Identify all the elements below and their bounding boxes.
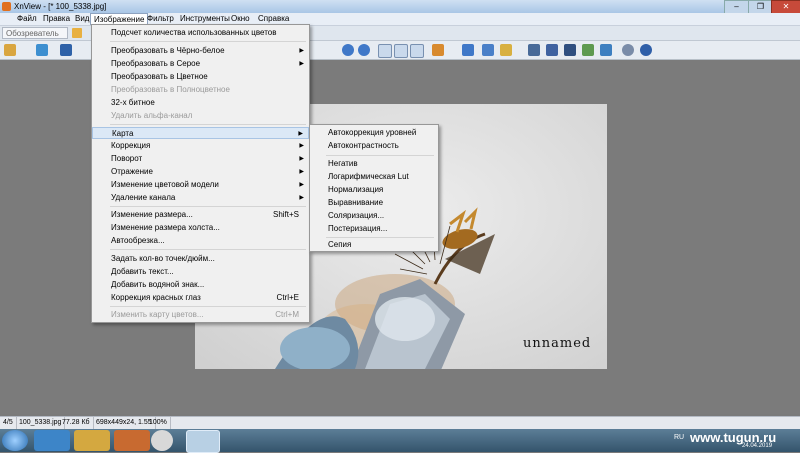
menu-separator [110,206,306,207]
status-zoom: 100% [146,417,171,429]
window-title: XnView - [* 100_5338.jpg] [14,2,107,11]
status-image-index: 4/5 [0,417,17,429]
menu-32bit[interactable]: 32-х битное [92,97,309,109]
submenu-auto-contrast[interactable]: Автоконтрастность [310,140,438,152]
back-arrow-icon[interactable] [342,44,354,56]
menu-convert-color[interactable]: Преобразовать в Цветное [92,71,309,83]
submenu-sepia[interactable]: Сепия [310,239,438,251]
menu-remove-channel[interactable]: Удаление канала ▶ [92,192,309,204]
menu-add-text[interactable]: Добавить текст... [92,266,309,278]
menu-color-model[interactable]: Изменение цветовой модели ▶ [92,179,309,191]
save-icon[interactable] [60,44,72,56]
media-player-taskbar-icon[interactable] [114,430,150,451]
maximize-button[interactable]: ❐ [748,0,773,14]
submenu-posterize[interactable]: Постеризация... [310,223,438,235]
submenu-log-lut[interactable]: Логарифмическая Lut [310,171,438,183]
menu-separator [326,237,434,238]
help-icon[interactable] [640,44,652,56]
menu-separator [110,249,306,250]
menu-separator [326,155,434,156]
image-tab-icon[interactable] [72,28,82,38]
menu-count-colors[interactable]: Подсчет количества использованных цветов [92,27,309,39]
menu-rotate[interactable]: Поворот ▶ [92,153,309,165]
slideshow-icon[interactable] [432,44,444,56]
menu-map[interactable]: Карта ▶ [92,127,309,139]
menu-convert-gray[interactable]: Преобразовать в Серое ▶ [92,58,309,70]
start-button[interactable] [2,430,28,451]
forward-arrow-icon[interactable] [358,44,370,56]
gear-icon[interactable] [622,44,634,56]
menu-convert-bw[interactable]: Преобразовать в Чёрно-белое ▶ [92,45,309,57]
tray-date[interactable]: 24.04.2019 [742,443,772,449]
menu-resize[interactable]: Изменение размера... Shift+S [92,209,309,221]
photo-watermark: unnamed [523,336,592,351]
menu-edit[interactable]: Правка [40,13,73,25]
prev-image-icon[interactable] [394,44,408,58]
first-image-icon[interactable] [378,44,392,58]
menu-separator [110,124,306,125]
open-icon[interactable] [36,44,48,56]
ie-taskbar-icon[interactable] [34,430,70,451]
fit-window-icon[interactable] [482,44,494,56]
binoculars-icon[interactable] [528,44,540,56]
status-bar: 4/5 100_5338.jpg 77.28 Кб 698x449x24, 1.… [0,416,800,429]
tab-browser[interactable]: Обозреватель [2,27,68,39]
map-submenu: Автокоррекция уровней Автоконтрастность … [309,124,439,252]
submenu-auto-levels[interactable]: Автокоррекция уровней [310,127,438,139]
chrome-taskbar-icon[interactable] [151,430,173,451]
submenu-solarize[interactable]: Соляризация... [310,210,438,222]
minimize-button[interactable]: – [724,0,749,14]
menu-correction[interactable]: Коррекция ▶ [92,140,309,152]
language-indicator[interactable]: RU [674,434,684,441]
menu-separator [110,306,306,307]
xnview-app-icon [2,2,11,11]
title-bar: XnView - [* 100_5338.jpg] – ❐ ✕ [0,0,800,14]
status-filesize: 77.28 Кб [59,417,94,429]
submenu-negative[interactable]: Негатив [310,158,438,170]
zoom-icon[interactable] [500,44,512,56]
windows-taskbar: RU www.tugun.ru 24.04.2019 [0,429,800,453]
submenu-normalize[interactable]: Нормализация [310,184,438,196]
menu-remove-alpha[interactable]: Удалить альфа-канал [92,110,309,122]
print-icon[interactable] [564,44,576,56]
info-icon[interactable] [462,44,474,56]
menu-separator [110,41,306,42]
browse-icon[interactable] [4,44,16,56]
view-icon[interactable] [546,44,558,56]
menu-autocrop[interactable]: Автообрезка... [92,235,309,247]
image-menu-dropdown: Подсчет количества использованных цветов… [91,24,310,323]
xnview-taskbar-icon[interactable] [186,430,220,453]
next-image-icon[interactable] [410,44,424,58]
menu-canvas-size[interactable]: Изменение размера холста... [92,222,309,234]
close-button[interactable]: ✕ [771,0,800,14]
menu-set-dpi[interactable]: Задать кол-во точек/дюйм... [92,253,309,265]
menu-convert-truecolor[interactable]: Преобразовать в Полноцветное [92,84,309,96]
menu-flip[interactable]: Отражение ▶ [92,166,309,178]
explorer-taskbar-icon[interactable] [74,430,110,451]
menu-red-eye[interactable]: Коррекция красных глаз Ctrl+E [92,292,309,304]
menu-edit-colormap[interactable]: Изменить карту цветов... Ctrl+M [92,309,309,321]
menu-add-watermark[interactable]: Добавить водяной знак... [92,279,309,291]
submenu-equalize[interactable]: Выравнивание [310,197,438,209]
capture-icon[interactable] [600,44,612,56]
slideshow-settings-icon[interactable] [582,44,594,56]
menu-file[interactable]: Файл [14,13,40,25]
